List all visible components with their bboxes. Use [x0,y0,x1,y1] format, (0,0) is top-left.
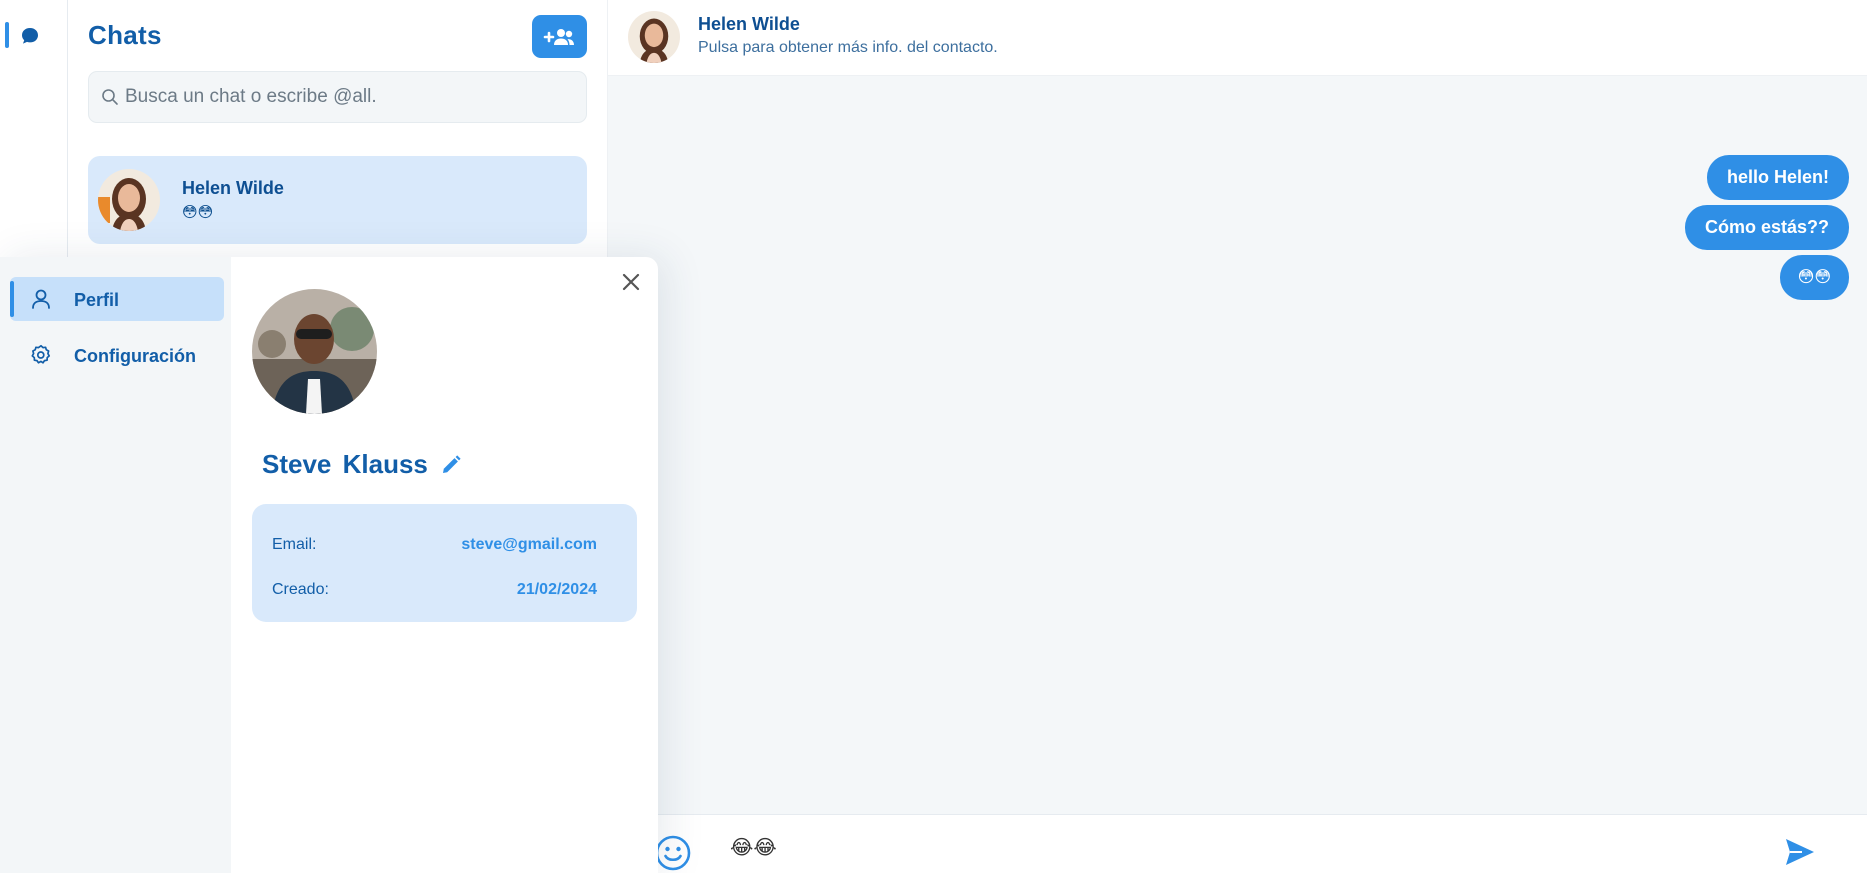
message-area: hello Helen! Cómo estás?? 😳😳 [608,76,1867,814]
message-input[interactable] [730,827,1630,867]
search-icon [102,89,118,105]
message-composer [608,814,1867,873]
message-bubble: 😳😳 [1779,255,1849,300]
profile-overlay: Perfil Configuración Steve Klauss Email:… [0,257,658,873]
profile-nav: Perfil Configuración [0,257,231,873]
gear-icon [31,344,51,364]
conversation-contact-subtitle: Pulsa para obtener más info. del contact… [698,39,998,56]
pencil-icon[interactable] [440,454,462,476]
created-value: 21/02/2024 [516,581,597,598]
avatar [98,169,160,231]
created-label: Creado: [272,581,329,598]
profile-avatar [252,289,377,414]
rail-active-indicator [5,22,9,48]
search-box [88,71,587,123]
email-label: Email: [272,536,317,553]
conversation-contact-name: Helen Wilde [698,14,800,34]
contact-last-message: 😳😳 [182,204,214,221]
avatar [628,11,680,63]
smiley-icon[interactable] [655,835,691,871]
nav-item-perfil[interactable]: Perfil [10,277,224,321]
chat-bubble-icon[interactable] [20,26,40,46]
message-bubble: hello Helen! [1706,155,1849,200]
close-icon[interactable] [620,271,642,293]
user-icon [32,289,50,309]
profile-info-box: Email: steve@gmail.com Creado: 21/02/202… [252,504,637,622]
conversation-header[interactable]: Helen Wilde Pulsa para obtener más info.… [608,0,1867,76]
search-input[interactable] [125,72,575,122]
email-value: steve@gmail.com [461,536,597,553]
contact-name: Helen Wilde [182,178,284,198]
nav-item-configuracion[interactable]: Configuración [10,333,224,377]
add-group-icon [543,28,574,45]
send-icon[interactable] [1784,837,1816,867]
chats-title: Chats [88,20,162,50]
new-group-chat-button[interactable] [532,15,587,58]
nav-item-label: Perfil [74,290,120,310]
contact-list-item[interactable]: Helen Wilde 😳😳 [88,156,587,244]
profile-name: Steve Klauss [262,449,428,479]
message-bubble: Cómo estás?? [1684,205,1849,250]
nav-item-label: Configuración [74,346,196,366]
